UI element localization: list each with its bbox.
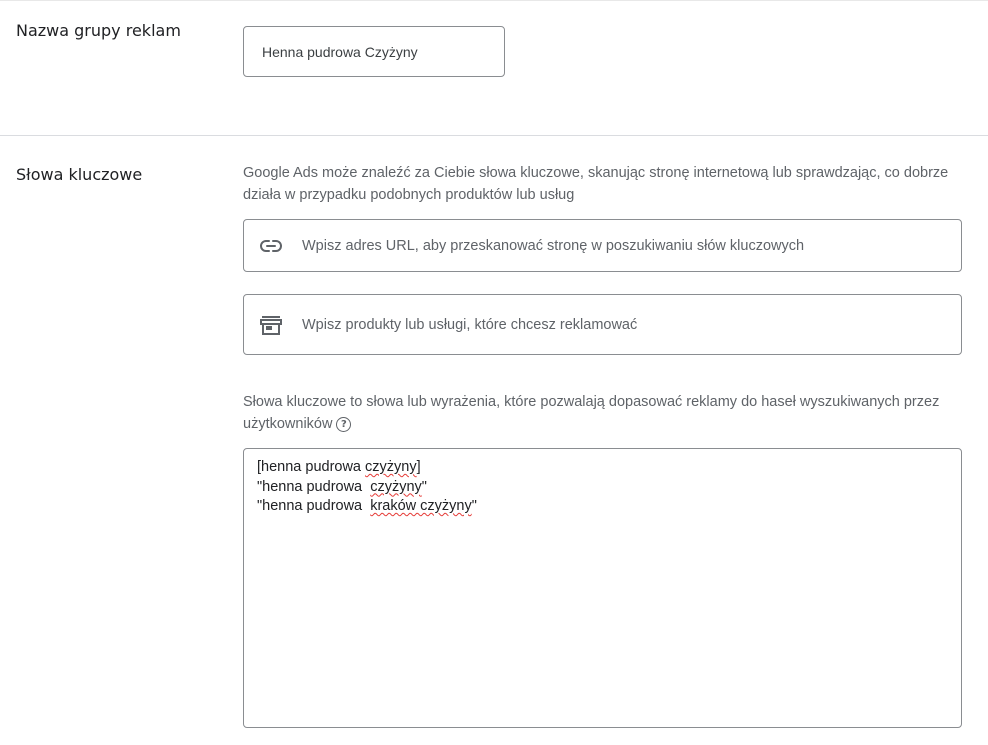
keywords-description: Google Ads może znaleźć za Ciebie słowa …	[243, 165, 949, 203]
products-placeholder: Wpisz produkty lub usługi, które chcesz …	[302, 316, 638, 333]
url-scan-input[interactable]: Wpisz adres URL, aby przeskanować stronę…	[243, 219, 962, 272]
section-divider	[0, 135, 988, 136]
spellcheck-word: kraków czyżyny	[370, 498, 472, 514]
keywords-label: Słowa kluczowe	[16, 165, 143, 184]
help-icon[interactable]: ?	[336, 417, 352, 432]
url-scan-placeholder: Wpisz adres URL, aby przeskanować stronę…	[302, 237, 805, 254]
spellcheck-word: czyżyny	[370, 478, 422, 495]
keyword-entry: "henna pudrowa czyżyny"	[257, 478, 427, 495]
store-icon	[260, 314, 282, 336]
keywords-info: Słowa kluczowe to słowa lub wyrażenia, k…	[243, 391, 943, 435]
keywords-textarea[interactable]: [henna pudrowa czyżyny] "henna pudrowa c…	[243, 448, 962, 728]
link-icon	[260, 235, 282, 257]
products-input[interactable]: Wpisz produkty lub usługi, które chcesz …	[243, 294, 962, 355]
keyword-entry: "henna pudrowa kraków czyżyny"	[257, 498, 477, 514]
spellcheck-word: czyżyny	[365, 459, 417, 475]
top-border	[0, 0, 988, 1]
ad-group-name-label: Nazwa grupy reklam	[16, 21, 181, 40]
keyword-entry: [henna pudrowa czyżyny]	[257, 459, 421, 475]
ad-group-name-input[interactable]: Henna pudrowa Czyżyny	[243, 26, 505, 77]
